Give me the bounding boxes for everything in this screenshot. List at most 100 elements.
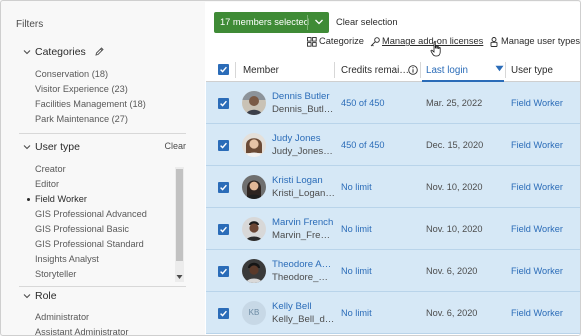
member-name-link[interactable]: Theodore A… xyxy=(272,259,331,270)
table-row[interactable]: Judy Jones Judy_Jones… 450 of 450 Dec. 1… xyxy=(206,124,580,166)
option-count: (18) xyxy=(91,69,109,79)
member-name-link[interactable]: Kristi Logan xyxy=(272,175,323,186)
table-row[interactable]: Theodore A… Theodore_… No limit Nov. 6, … xyxy=(206,250,580,292)
user-type-scrollbar[interactable] xyxy=(175,167,184,282)
last-login-value: Nov. 10, 2020 xyxy=(426,182,483,192)
role-label: Role xyxy=(35,290,57,302)
scroll-down-arrow-icon[interactable] xyxy=(176,274,183,280)
chevron-down-icon xyxy=(23,294,31,299)
column-separator xyxy=(505,62,506,78)
user-type-section-toggle[interactable]: User type Clear xyxy=(2,140,205,156)
column-header-last-login[interactable]: Last login xyxy=(426,65,468,76)
user-type-link[interactable]: Field Worker xyxy=(511,140,563,150)
user-type-option-gis-professional-basic[interactable]: GIS Professional Basic xyxy=(35,224,129,234)
option-label: Conservation xyxy=(35,69,90,79)
avatar xyxy=(242,259,266,283)
user-type-option-gis-professional-standard[interactable]: GIS Professional Standard xyxy=(35,239,144,249)
filters-panel: Filters Categories Conservation (18) Vis… xyxy=(2,2,205,335)
chevron-down-icon xyxy=(315,19,323,25)
pencil-icon[interactable] xyxy=(94,46,105,57)
table-row[interactable]: Marvin French Marvin_Fre… No limit Nov. … xyxy=(206,208,580,250)
selection-count-label: 17 members selected xyxy=(220,17,309,27)
user-type-link[interactable]: Field Worker xyxy=(511,224,563,234)
checkmark-icon xyxy=(220,226,227,233)
sort-descending-icon[interactable] xyxy=(495,65,504,72)
option-label: Park Maintenance xyxy=(35,114,110,124)
role-option-administrator[interactable]: Administrator xyxy=(35,312,89,322)
table-row[interactable]: KB Kelly Bell Kelly_Bell_d… No limit Nov… xyxy=(206,292,580,334)
user-type-option-editor[interactable]: Editor xyxy=(35,179,59,189)
avatar xyxy=(242,133,266,157)
checkmark-icon xyxy=(220,184,227,191)
user-type-option-field-worker[interactable]: Field Worker xyxy=(35,194,87,204)
row-checkbox[interactable] xyxy=(218,98,229,109)
column-header-member[interactable]: Member xyxy=(243,65,279,76)
option-label: Facilities Management xyxy=(35,99,127,109)
categorize-label: Categorize xyxy=(319,36,364,46)
member-username: Kristi_Logan… xyxy=(272,188,335,199)
checkmark-icon xyxy=(220,100,227,107)
checkmark-icon xyxy=(220,142,227,149)
category-option-conservation[interactable]: Conservation (18) xyxy=(35,69,108,79)
last-login-value: Nov. 6, 2020 xyxy=(426,308,478,318)
avatar: KB xyxy=(242,301,266,325)
members-page: Filters Categories Conservation (18) Vis… xyxy=(0,0,581,336)
manage-user-types-label: Manage user types xyxy=(501,36,581,46)
row-checkbox[interactable] xyxy=(218,224,229,235)
select-all-checkbox[interactable] xyxy=(218,64,229,75)
user-type-option-gis-professional-advanced[interactable]: GIS Professional Advanced xyxy=(35,209,147,219)
user-type-link[interactable]: Field Worker xyxy=(511,182,563,192)
row-checkbox[interactable] xyxy=(218,140,229,151)
chevron-down-icon xyxy=(23,50,31,55)
option-count: (23) xyxy=(111,84,128,94)
row-checkbox[interactable] xyxy=(218,182,229,193)
option-count: (18) xyxy=(129,99,146,109)
categories-section-toggle[interactable]: Categories xyxy=(2,45,205,61)
member-username: Kelly_Bell_d… xyxy=(272,314,335,325)
credits-link[interactable]: No limit xyxy=(341,308,372,318)
user-type-option-creator[interactable]: Creator xyxy=(35,164,66,174)
member-name-link[interactable]: Kelly Bell xyxy=(272,301,311,312)
credits-link[interactable]: No limit xyxy=(341,266,372,276)
member-name-link[interactable]: Dennis Butler xyxy=(272,91,330,102)
credits-link[interactable]: No limit xyxy=(341,224,372,234)
column-separator xyxy=(334,62,335,78)
user-type-option-insights-analyst[interactable]: Insights Analyst xyxy=(35,254,99,264)
column-header-user-type[interactable]: User type xyxy=(511,65,553,76)
checkmark-icon xyxy=(220,310,227,317)
credits-link[interactable]: 450 of 450 xyxy=(341,140,384,150)
role-section-toggle[interactable]: Role xyxy=(2,289,205,305)
section-divider xyxy=(19,286,186,287)
member-name-link[interactable]: Marvin French xyxy=(272,217,333,228)
column-separator xyxy=(420,62,421,78)
user-type-label: User type xyxy=(35,141,80,153)
table-row[interactable]: Kristi Logan Kristi_Logan… No limit Nov.… xyxy=(206,166,580,208)
user-type-link[interactable]: Field Worker xyxy=(511,98,563,108)
column-header-credits[interactable]: Credits remai… xyxy=(341,65,409,76)
credits-link[interactable]: 450 of 450 xyxy=(341,98,384,108)
member-username: Dennis_Butl… xyxy=(272,104,334,115)
row-checkbox[interactable] xyxy=(218,308,229,319)
role-option-assistant-administrator[interactable]: Assistant Administrator xyxy=(35,327,128,335)
info-icon[interactable] xyxy=(408,65,418,75)
selected-indicator-icon xyxy=(27,198,30,201)
table-row[interactable]: Dennis Butler Dennis_Butl… 450 of 450 Ma… xyxy=(206,82,580,124)
user-type-link[interactable]: Field Worker xyxy=(511,266,563,276)
last-login-value: Mar. 25, 2022 xyxy=(426,98,483,108)
checkmark-icon xyxy=(220,66,227,73)
credits-link[interactable]: No limit xyxy=(341,182,372,192)
key-icon xyxy=(370,37,380,47)
selection-dropdown-button[interactable]: 17 members selected xyxy=(214,12,329,33)
clear-selection-link[interactable]: Clear selection xyxy=(336,17,398,27)
user-type-option-storyteller[interactable]: Storyteller xyxy=(35,269,76,279)
category-option-park-maintenance[interactable]: Park Maintenance (27) xyxy=(35,114,128,124)
user-type-clear-link[interactable]: Clear xyxy=(164,141,186,151)
member-name-link[interactable]: Judy Jones xyxy=(272,133,321,144)
category-option-visitor-experience[interactable]: Visitor Experience (23) xyxy=(35,84,128,94)
scrollbar-thumb[interactable] xyxy=(176,169,183,261)
category-option-facilities-management[interactable]: Facilities Management (18) xyxy=(35,99,146,109)
last-login-value: Dec. 15, 2020 xyxy=(426,140,484,150)
section-divider xyxy=(19,133,186,134)
user-type-link[interactable]: Field Worker xyxy=(511,308,563,318)
row-checkbox[interactable] xyxy=(218,266,229,277)
